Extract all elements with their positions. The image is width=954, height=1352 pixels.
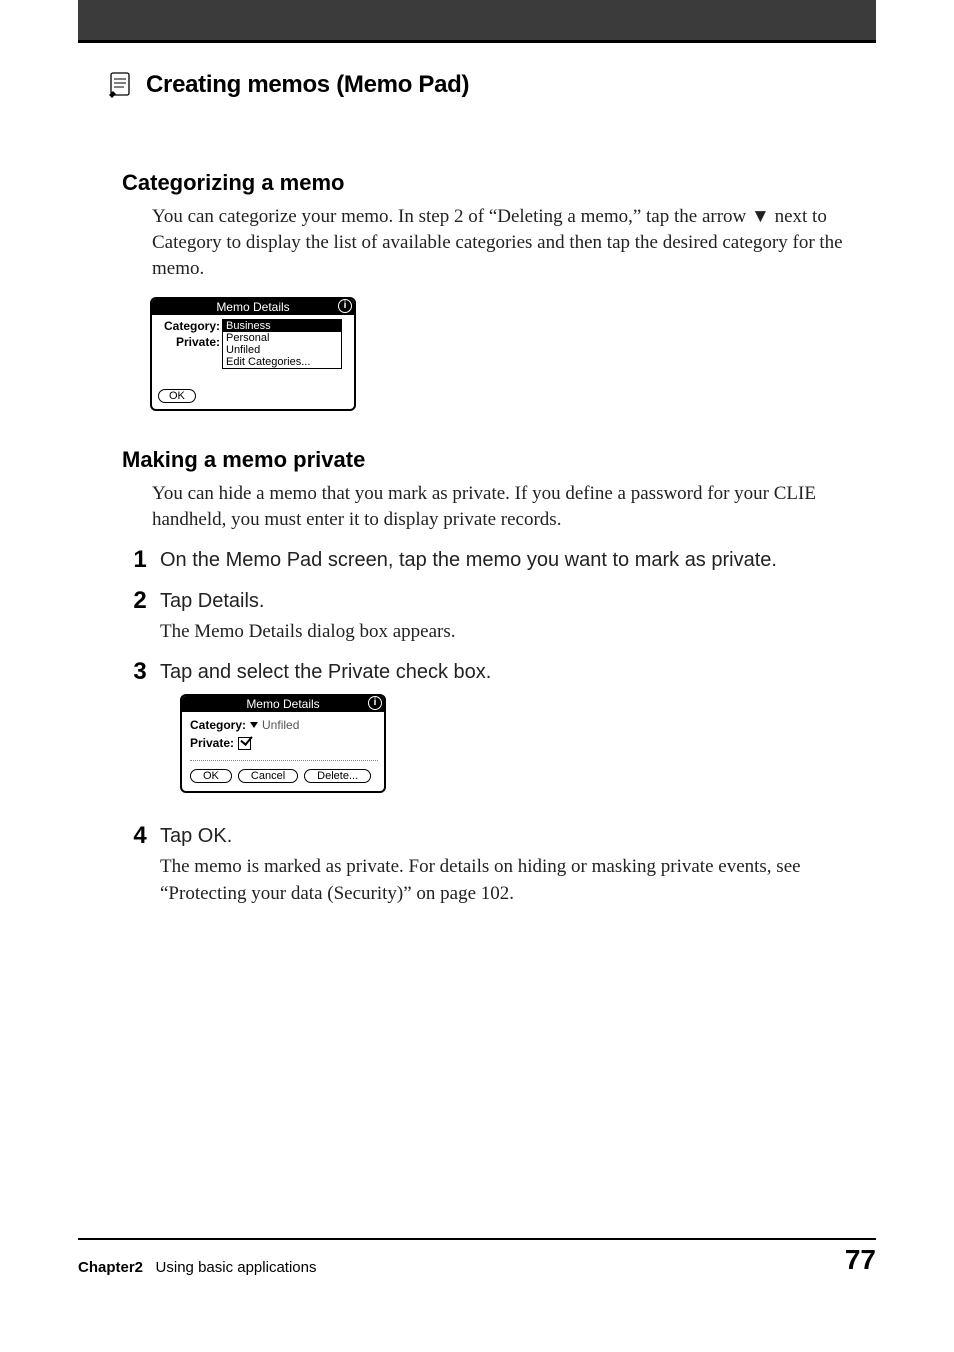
row-category: Category: Unfiled xyxy=(190,718,378,732)
heading-categorizing: Categorizing a memo xyxy=(122,170,876,196)
dropdown-option: Personal xyxy=(223,332,341,344)
page: Creating memos (Memo Pad) Categorizing a… xyxy=(0,0,954,1352)
dropdown-option: Business xyxy=(223,320,341,332)
step-number: 2 xyxy=(120,589,160,613)
footer-page-number: 77 xyxy=(845,1244,876,1276)
footer-chapter-text: Using basic applications xyxy=(156,1259,317,1276)
page-title-row: Creating memos (Memo Pad) xyxy=(106,70,469,100)
dialog-title: Memo Details i xyxy=(152,299,354,315)
label-category: Category: xyxy=(190,718,246,732)
ok-button: OK xyxy=(158,389,196,403)
dialog-title-text: Memo Details xyxy=(246,697,319,711)
step-number: 3 xyxy=(120,660,160,684)
header-band xyxy=(78,0,876,40)
step-text: Tap OK. xyxy=(160,823,232,850)
step-2: 2 Tap Details. xyxy=(120,588,876,615)
dialog-title-text: Memo Details xyxy=(216,300,289,314)
label-private: Private: xyxy=(190,736,234,750)
dialog-title: Memo Details i xyxy=(182,696,384,712)
step-4: 4 Tap OK. xyxy=(120,823,876,850)
step-1: 1 On the Memo Pad screen, tap the memo y… xyxy=(120,547,876,574)
cancel-button: Cancel xyxy=(238,769,298,783)
label-category: Category: xyxy=(158,319,220,333)
dropdown-option: Edit Categories... xyxy=(223,356,341,368)
text: You can categorize your memo. In step 2 … xyxy=(152,206,751,227)
figure-memo-details-private: Memo Details i Category: Unfiled Private… xyxy=(180,694,876,793)
footer-rule xyxy=(78,1238,876,1240)
header-rule xyxy=(78,40,876,43)
step-text: Tap Details. xyxy=(160,588,265,615)
row-private: Private: xyxy=(190,736,378,750)
footer-chapter: Chapter2 xyxy=(78,1259,143,1276)
ok-button: OK xyxy=(190,769,232,783)
step-number: 1 xyxy=(120,548,160,572)
step-3: 3 Tap and select the Private check box. xyxy=(120,659,876,686)
step-text: On the Memo Pad screen, tap the memo you… xyxy=(160,547,777,574)
private-checkbox-checked-icon xyxy=(238,737,251,750)
footer: Chapter2 Using basic applications 77 xyxy=(78,1244,876,1276)
step-4-continuation: The memo is marked as private. For detai… xyxy=(160,854,876,906)
dropdown-arrow-icon xyxy=(250,722,258,728)
category-dropdown: Business Personal Unfiled Edit Categorie… xyxy=(222,319,342,369)
info-icon: i xyxy=(338,299,352,313)
value-category: Unfiled xyxy=(262,718,299,732)
paragraph-categorizing: You can categorize your memo. In step 2 … xyxy=(152,204,876,283)
heading-private: Making a memo private xyxy=(122,447,876,473)
content: Categorizing a memo You can categorize y… xyxy=(120,170,876,907)
info-icon: i xyxy=(368,696,382,710)
dropdown-option: Unfiled xyxy=(223,344,341,356)
delete-button: Delete... xyxy=(304,769,371,783)
figure-memo-details-dropdown: Memo Details i Category: Private: Busine… xyxy=(150,297,876,411)
paragraph-private: You can hide a memo that you mark as pri… xyxy=(152,481,876,533)
memo-pad-icon xyxy=(106,70,136,100)
footer-left: Chapter2 Using basic applications xyxy=(78,1259,316,1276)
step-2-continuation: The Memo Details dialog box appears. xyxy=(160,619,876,645)
step-number: 4 xyxy=(120,824,160,848)
step-text: Tap and select the Private check box. xyxy=(160,659,491,686)
label-private: Private: xyxy=(158,335,220,349)
page-title: Creating memos (Memo Pad) xyxy=(146,71,469,99)
down-arrow-icon: ▼ xyxy=(751,206,770,227)
